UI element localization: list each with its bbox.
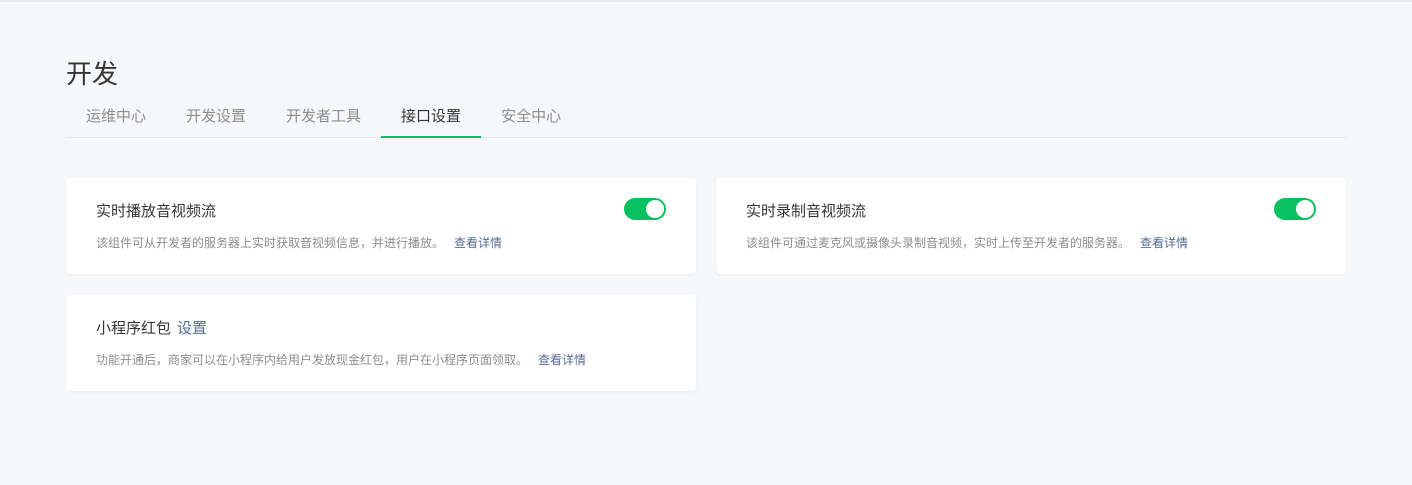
- live-push-title: 实时录制音视频流: [746, 202, 867, 220]
- toggle-knob: [1296, 200, 1314, 218]
- tab-security-center[interactable]: 安全中心: [481, 100, 581, 137]
- red-packet-description: 功能开通后，商家可以在小程序内给用户发放现金红包，用户在小程序页面领取。 查看详情: [96, 351, 586, 369]
- tab-bar: 运维中心 开发设置 开发者工具 接口设置 安全中心: [66, 100, 1346, 138]
- toggle-knob: [646, 200, 664, 218]
- live-play-card: 实时播放音视频流 该组件可从开发者的服务器上实时获取音视频信息，并进行播放。 查看…: [66, 178, 696, 274]
- tab-api-settings[interactable]: 接口设置: [381, 100, 482, 138]
- red-packet-title: 小程序红包: [96, 319, 172, 337]
- live-play-detail-link[interactable]: 查看详情: [454, 236, 502, 250]
- live-push-description-text: 该组件可通过麦克风或摄像头录制音视频，实时上传至开发者的服务器。: [746, 236, 1131, 250]
- top-divider: [0, 0, 1412, 2]
- red-packet-settings-link[interactable]: 设置: [177, 319, 207, 337]
- live-play-description: 该组件可从开发者的服务器上实时获取音视频信息，并进行播放。 查看详情: [96, 234, 502, 252]
- live-push-card: 实时录制音视频流 该组件可通过麦克风或摄像头录制音视频，实时上传至开发者的服务器…: [716, 178, 1346, 274]
- tab-dev-settings[interactable]: 开发设置: [166, 100, 266, 137]
- live-push-detail-link[interactable]: 查看详情: [1140, 236, 1188, 250]
- live-play-title: 实时播放音视频流: [96, 202, 217, 220]
- live-push-toggle[interactable]: [1274, 198, 1316, 220]
- red-packet-description-text: 功能开通后，商家可以在小程序内给用户发放现金红包，用户在小程序页面领取。: [96, 353, 529, 367]
- red-packet-title-row: 小程序红包 设置: [96, 317, 207, 339]
- live-play-description-text: 该组件可从开发者的服务器上实时获取音视频信息，并进行播放。: [96, 236, 445, 250]
- red-packet-card: 小程序红包 设置 功能开通后，商家可以在小程序内给用户发放现金红包，用户在小程序页…: [66, 295, 696, 391]
- live-push-description: 该组件可通过麦克风或摄像头录制音视频，实时上传至开发者的服务器。 查看详情: [746, 234, 1188, 252]
- tab-dev-tools[interactable]: 开发者工具: [266, 100, 381, 137]
- red-packet-detail-link[interactable]: 查看详情: [538, 353, 586, 367]
- live-play-toggle[interactable]: [624, 198, 666, 220]
- page-title: 开发: [66, 60, 119, 91]
- tab-ops-center[interactable]: 运维中心: [66, 100, 166, 137]
